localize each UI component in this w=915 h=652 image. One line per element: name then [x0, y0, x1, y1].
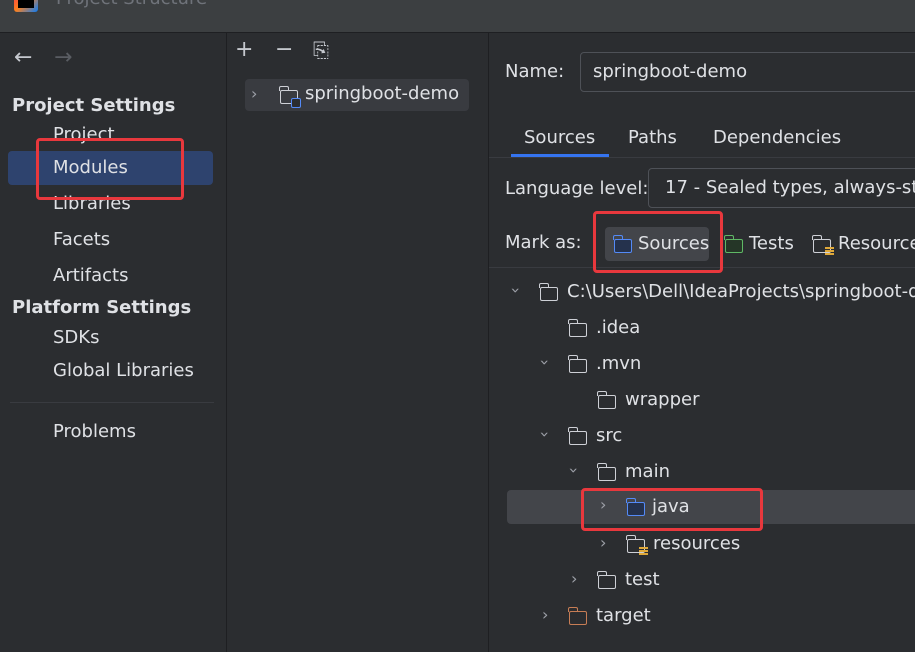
- tree-label: C:\Users\Dell\IdeaProjects\springboot-de: [567, 281, 915, 302]
- tree-row-resources[interactable]: › resources: [489, 528, 915, 562]
- tree-row-main[interactable]: › main: [489, 456, 915, 490]
- tree-row-wrapper[interactable]: wrapper: [489, 384, 915, 418]
- chevron-right-icon[interactable]: ›: [251, 84, 257, 103]
- tree-row-target[interactable]: › target: [489, 600, 915, 634]
- tree-row-mvn[interactable]: › .mvn: [489, 348, 915, 382]
- language-level-select[interactable]: 17 - Sealed types, always-stri: [648, 168, 915, 208]
- mark-as-label: Mark as:: [505, 232, 582, 253]
- module-row-springboot-demo[interactable]: › springboot-demo: [245, 79, 469, 111]
- settings-sidebar: ← → Project Settings Project Modules Lib…: [0, 33, 227, 652]
- sidebar-item-problems[interactable]: Problems: [8, 415, 213, 449]
- name-label: Name:: [505, 61, 565, 82]
- folder-icon: [597, 391, 616, 409]
- title-bar: Project Structure: [0, 0, 915, 33]
- folder-icon: [568, 319, 587, 337]
- mark-as-tests-button[interactable]: Tests: [723, 227, 795, 261]
- folder-icon: [597, 463, 616, 481]
- folder-icon: [597, 571, 616, 589]
- chevron-down-icon[interactable]: ›: [536, 431, 555, 437]
- language-level-label: Language level:: [505, 178, 649, 199]
- tree-label: wrapper: [625, 389, 700, 410]
- tree-row-test[interactable]: › test: [489, 564, 915, 598]
- window-title: Project Structure: [56, 0, 207, 9]
- sidebar-item-global-libraries[interactable]: Global Libraries: [8, 354, 213, 388]
- mark-as-resources-button[interactable]: Resource: [811, 227, 915, 261]
- module-badge-icon: [291, 98, 301, 108]
- folder-icon: [539, 283, 558, 301]
- sidebar-item-artifacts[interactable]: Artifacts: [8, 259, 213, 293]
- chevron-right-icon[interactable]: ›: [571, 569, 577, 588]
- annotation-box-sources: [593, 211, 723, 273]
- platform-settings-header: Platform Settings: [12, 297, 192, 318]
- tree-label: main: [625, 461, 670, 482]
- modules-panel: + − ⎘ › springboot-demo: [227, 33, 489, 652]
- folder-icon: [568, 355, 587, 373]
- tree-row-idea[interactable]: .idea: [489, 312, 915, 346]
- chevron-down-icon[interactable]: ›: [507, 287, 526, 293]
- tab-sources[interactable]: Sources: [524, 127, 595, 148]
- chevron-down-icon[interactable]: ›: [565, 467, 584, 473]
- module-name-input[interactable]: springboot-demo: [580, 52, 915, 92]
- tree-label: target: [596, 605, 651, 626]
- tree-label: src: [596, 425, 623, 446]
- tree-label: test: [625, 569, 660, 590]
- sidebar-item-facets[interactable]: Facets: [8, 223, 213, 257]
- tree-label: resources: [653, 533, 741, 554]
- resource-folder-icon: [626, 535, 648, 555]
- tab-dependencies[interactable]: Dependencies: [713, 127, 841, 148]
- sidebar-item-sdks[interactable]: SDKs: [8, 321, 213, 355]
- intellij-logo-icon: [14, 0, 38, 12]
- forward-arrow-icon[interactable]: →: [54, 45, 72, 70]
- tab-paths[interactable]: Paths: [628, 127, 677, 148]
- module-name: springboot-demo: [305, 83, 460, 104]
- folder-icon: [568, 427, 587, 445]
- back-arrow-icon[interactable]: ←: [14, 45, 32, 70]
- tree-row-content-root[interactable]: › C:\Users\Dell\IdeaProjects\springboot-…: [489, 276, 915, 310]
- copy-icon[interactable]: ⎘: [313, 38, 329, 62]
- excluded-folder-icon: [568, 607, 587, 625]
- mark-as-resources-label: Resource: [838, 233, 915, 254]
- tree-row-src[interactable]: › src: [489, 420, 915, 454]
- mark-as-tests-label: Tests: [749, 233, 794, 254]
- tree-label: .mvn: [596, 353, 642, 374]
- add-icon[interactable]: +: [235, 37, 253, 62]
- resource-folder-icon: [812, 235, 834, 255]
- chevron-right-icon[interactable]: ›: [600, 533, 606, 552]
- chevron-down-icon[interactable]: ›: [536, 359, 555, 365]
- annotation-box-java: [581, 488, 763, 531]
- tree-label: .idea: [596, 317, 641, 338]
- test-folder-icon: [724, 235, 743, 253]
- tabs-divider: [489, 157, 915, 158]
- annotation-box-modules: [36, 138, 184, 200]
- project-settings-header: Project Settings: [12, 95, 176, 116]
- chevron-right-icon[interactable]: ›: [542, 605, 548, 624]
- remove-icon[interactable]: −: [275, 37, 293, 62]
- module-details-panel: Name: springboot-demo Sources Paths Depe…: [489, 33, 915, 652]
- sidebar-divider: [10, 402, 214, 403]
